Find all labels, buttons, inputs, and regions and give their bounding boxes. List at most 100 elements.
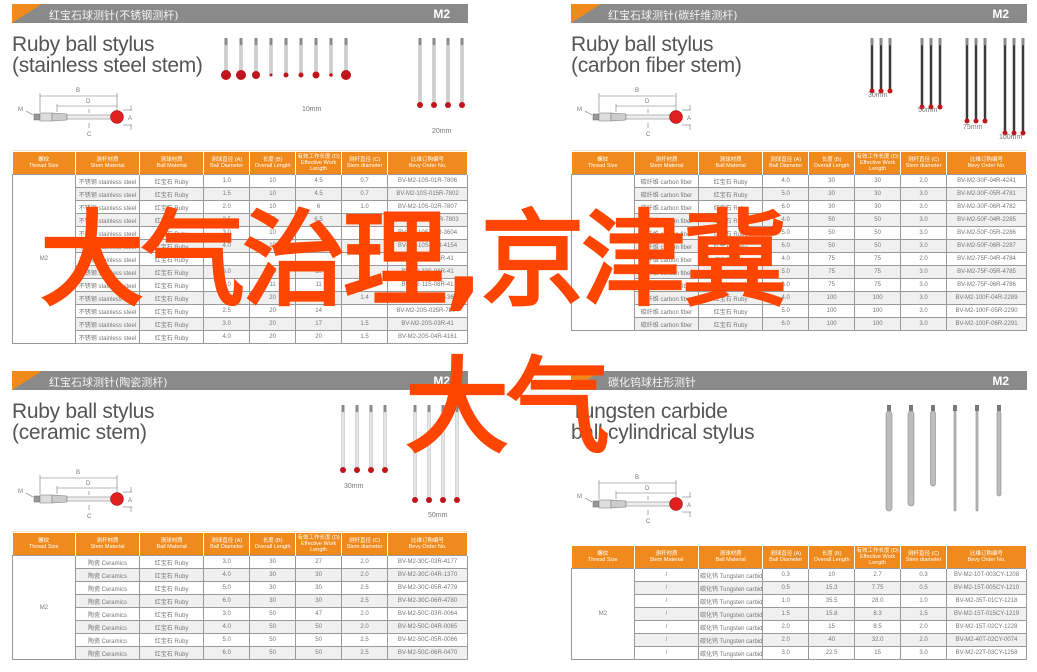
- table-cell: 红宝石 Ruby: [698, 291, 764, 305]
- column-header: 测球材质 Ball Material: [139, 533, 205, 556]
- table-cell: 30: [295, 568, 343, 582]
- thread-size-cell: M2: [571, 174, 635, 331]
- table-cell: 1.5: [900, 607, 948, 621]
- table-cell: BV-M2-50C-05R-0066: [387, 633, 468, 647]
- table-cell: 8.0: [203, 278, 251, 292]
- stem-shape: [625, 501, 672, 507]
- table-cell: 10: [249, 265, 297, 279]
- table-row: 碳纤维 carbon fiber 红宝石 Ruby 4.0 75 75 2.0 BV-M2-…: [572, 252, 1027, 266]
- table-cell: 1.0: [203, 174, 251, 188]
- table-cell: 红宝石 Ruby: [139, 607, 205, 621]
- table-cell: 8.3: [854, 607, 902, 621]
- table-cell: 50: [808, 226, 856, 240]
- table-cell: 红宝石 Ruby: [139, 265, 205, 279]
- column-header: 比维订购编号 Bevy Order No.: [387, 152, 468, 175]
- table-cell: 不锈钢 stainless steel: [74, 278, 141, 292]
- tungsten-stylus-image: [907, 405, 915, 507]
- stylus-photo-group: [221, 38, 351, 80]
- table-cell: 4.0: [203, 568, 251, 582]
- table-cell: 4.0: [762, 252, 810, 266]
- section-header-bar: 碳化钨球柱形测针 M2: [571, 371, 1027, 390]
- table-row: 不锈钢 stainless steel 红宝石 Ruby 4.0 20 20 1.5 BV-…: [13, 330, 468, 344]
- table-row: M2 陶瓷 Ceramics 红宝石 Ruby 3.0 30 27 2.0 BV-M2-30C…: [12, 555, 468, 660]
- thread-code-badge: M2: [992, 7, 1009, 21]
- table-cell: 5.0: [762, 226, 810, 240]
- ruby-stylus-image: [269, 38, 273, 77]
- product-title: Ruby ball stylus (stainless steel stem): [12, 34, 203, 76]
- dim-label-b: B: [76, 88, 80, 94]
- table-cell: 碳化钨 Tungsten carbide: [698, 620, 764, 634]
- table-cell: 2.0: [900, 633, 948, 647]
- table-row: 碳纤维 carbon fiber 红宝石 Ruby 5.0 75 75 3.0 BV-M2-…: [572, 265, 1027, 279]
- table-cell: 2.5: [203, 304, 251, 318]
- table-cell: 6.5: [295, 213, 343, 227]
- photo-length-label: 30mm: [344, 483, 364, 490]
- stem-shape: [66, 114, 113, 120]
- ruby-stylus-image: [382, 405, 388, 473]
- table-cell: 1.0: [341, 200, 389, 214]
- table-row: / 碳化钨 Tungsten carbide 1.0 35.5 28.0 1.0 BV-M2…: [572, 594, 1027, 608]
- table-cell: 10: [808, 568, 856, 582]
- table-cell: 碳纤维 carbon fiber: [633, 278, 700, 292]
- table-cell: 14: [295, 291, 343, 305]
- table-cell: 30: [295, 594, 343, 608]
- table-cell: 75: [854, 278, 902, 292]
- table-cell: 红宝石 Ruby: [139, 620, 205, 634]
- table-cell: 碳化钨 Tungsten carbide: [698, 633, 764, 647]
- table-cell: 3.0: [900, 187, 948, 201]
- table-cell: BV-M2-30C-04R-1370: [387, 568, 468, 582]
- table-cell: 50: [854, 213, 902, 227]
- table-cell: 3.0: [900, 304, 948, 318]
- table-cell: 陶瓷 Ceramics: [74, 607, 141, 621]
- table-cell: 2.5: [341, 633, 389, 647]
- table-cell: 红宝石 Ruby: [139, 239, 205, 253]
- table-cell: 30: [249, 581, 297, 595]
- column-header: 测球材质 Ball Material: [698, 152, 764, 175]
- table-cell: 红宝石 Ruby: [698, 200, 764, 214]
- table-cell: 1.0: [900, 594, 948, 608]
- table-cell: 15: [808, 620, 856, 634]
- panel-stainless: 红宝石球测针(不锈钢测杆) M2 Ruby ball stylus (stain…: [12, 4, 468, 344]
- table-cell: 红宝石 Ruby: [139, 304, 205, 318]
- column-header: 测杆直径 (C) Stem diameter: [900, 152, 948, 175]
- table-cell: BV-M2-40T-02CY-0074: [946, 633, 1027, 647]
- ruby-stylus-image: [252, 38, 260, 79]
- table-cell: 不锈钢 stainless steel: [74, 252, 141, 266]
- table-cell: 75: [854, 265, 902, 279]
- table-cell: BV-M2-10S-05R-41: [387, 252, 468, 266]
- table-cell: BV-M2-20S-04R-4161: [387, 330, 468, 344]
- table-cell: 2.5: [203, 213, 251, 227]
- table-cell: 6.0: [203, 594, 251, 608]
- panel-ceramic: 红宝石球测针(陶瓷测杆) M2 Ruby ball stylus (cerami…: [12, 371, 468, 660]
- table-cell: 碳化钨 Tungsten carbide: [698, 594, 764, 608]
- dim-label-d: D: [86, 99, 91, 105]
- table-cell: BV-M2-100F-06R-2291: [946, 317, 1027, 331]
- table-cell: BV-M2-30F-04R-4241: [946, 174, 1027, 188]
- header-accent-triangle: [571, 4, 601, 23]
- ruby-stylus-image: [354, 405, 360, 473]
- table-cell: 3.0: [203, 317, 251, 331]
- dim-label-d: D: [645, 99, 650, 105]
- table-cell: 20: [295, 330, 343, 344]
- table-cell: 红宝石 Ruby: [139, 278, 205, 292]
- section-header-bar: 红宝石球测针(不锈钢测杆) M2: [12, 4, 468, 23]
- tungsten-stylus-image: [996, 405, 1002, 497]
- table-cell: 8.5: [854, 620, 902, 634]
- tungsten-stylus-image: [930, 405, 936, 487]
- table-cell: 1.0: [341, 213, 389, 227]
- table-cell: BV-M2-15T-005CY-1210: [946, 581, 1027, 595]
- column-header: 有效工作长度 (D) Effective Work Length: [854, 546, 902, 569]
- table-row: 不锈钢 stainless steel 红宝石 Ruby 1.5 10 4.5 0.7 BV…: [13, 187, 468, 201]
- table-cell: 11: [295, 278, 343, 292]
- dim-label-m: M: [577, 494, 582, 500]
- table-cell: 3.0: [203, 555, 251, 569]
- table-cell: BV-M2-10S-01R-7806: [387, 174, 468, 188]
- table-cell: /: [633, 646, 700, 660]
- table-cell: 红宝石 Ruby: [139, 555, 205, 569]
- table-cell: 6.0: [762, 239, 810, 253]
- table-cell: 0.7: [341, 187, 389, 201]
- stylus-photo-group: [1002, 38, 1026, 136]
- ruby-stylus-image: [937, 38, 943, 110]
- table-cell: 30: [249, 594, 297, 608]
- table-cell: 100: [808, 304, 856, 318]
